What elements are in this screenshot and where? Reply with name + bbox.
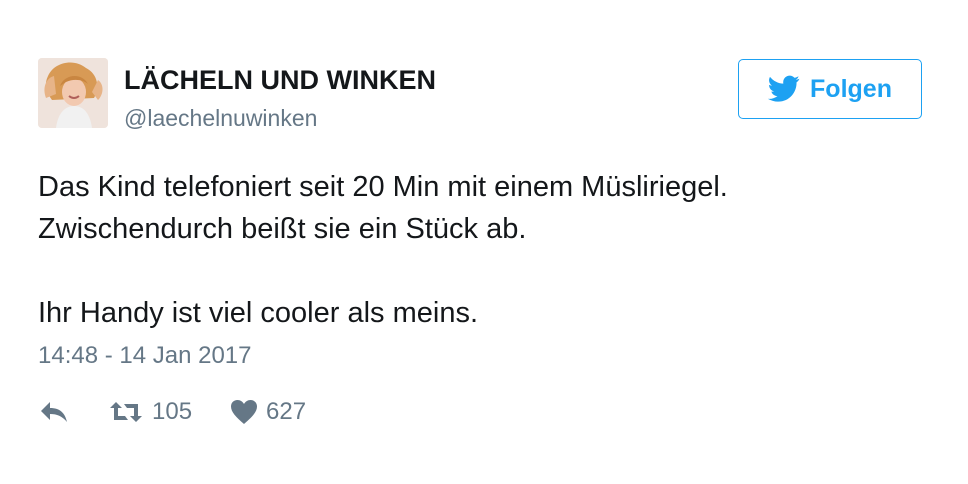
avatar-image (38, 58, 108, 128)
retweet-count: 105 (152, 398, 193, 425)
user-handle[interactable]: @laechelnuwinken (124, 104, 317, 132)
display-name[interactable]: LÄCHELN UND WINKEN (124, 64, 436, 96)
follow-button[interactable]: Folgen (738, 59, 922, 119)
like-count: 627 (266, 398, 307, 425)
retweet-button[interactable]: 105 (108, 397, 192, 427)
tweet-actions: 105 627 (38, 395, 306, 429)
tweet-card: LÄCHELN UND WINKEN @laechelnuwinken Folg… (0, 0, 968, 484)
avatar[interactable] (38, 58, 108, 128)
tweet-text-blank-line (38, 250, 918, 292)
like-button[interactable]: 627 (230, 397, 306, 427)
tweet-text-line-2: Zwischendurch beißt sie ein Stück ab. (38, 213, 527, 245)
twitter-bird-icon (768, 75, 800, 102)
retweet-icon (110, 402, 142, 422)
tweet-timestamp[interactable]: 14:48 - 14 Jan 2017 (38, 341, 252, 371)
tweet-text-line-4: Ihr Handy ist viel cooler als meins. (38, 297, 478, 329)
tweet-text-line-1: Das Kind telefoniert seit 20 Min mit ein… (38, 171, 728, 203)
reply-icon (41, 402, 67, 422)
heart-icon (231, 400, 258, 424)
tweet-text: Das Kind telefoniert seit 20 Min mit ein… (38, 166, 918, 334)
reply-button[interactable] (38, 399, 70, 425)
follow-button-label: Folgen (810, 75, 892, 103)
